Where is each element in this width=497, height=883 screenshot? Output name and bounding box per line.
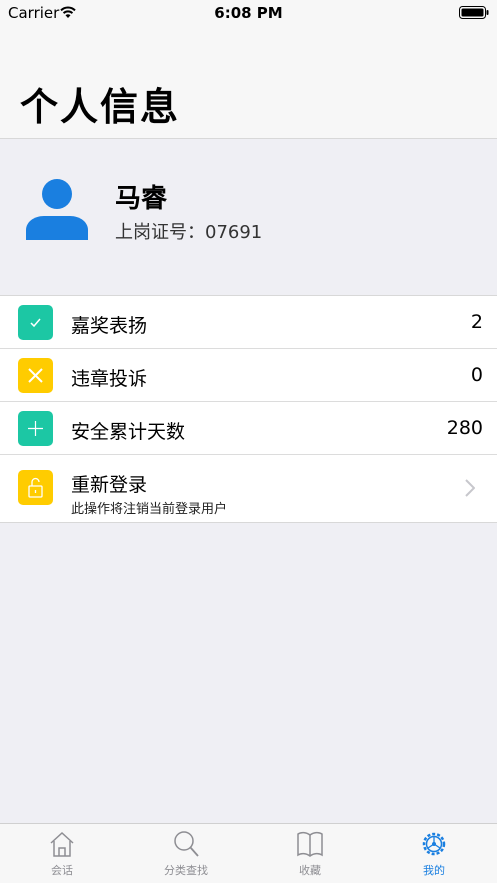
tab-favorites[interactable]: 收藏 (248, 824, 372, 883)
magnifier-icon (174, 831, 199, 857)
tab-label: 会话 (51, 864, 73, 877)
page-title: 个人信息 (20, 85, 181, 129)
tab-label: 收藏 (299, 864, 321, 877)
cross-icon (18, 358, 53, 393)
plus-icon (18, 411, 53, 446)
list-item-label: 安全累计天数 (71, 421, 186, 443)
list-item-complaints[interactable]: 违章投诉 0 (0, 349, 497, 402)
chevron-right-icon (465, 479, 475, 497)
list-item-label: 重新登录 (71, 474, 148, 496)
license-number: 上岗证号：07691 (115, 222, 263, 243)
tab-bar: 会话 分类查找 收藏 我的 (0, 823, 497, 883)
user-name: 马睿 (115, 184, 168, 214)
list-item-relogin[interactable]: 重新登录 此操作将注销当前登录用户 (0, 455, 497, 522)
navigation-bar: 个人信息 (0, 28, 497, 139)
avatar-icon (26, 179, 88, 240)
list-item-safe-days[interactable]: 安全累计天数 280 (0, 402, 497, 455)
tab-category-search[interactable]: 分类查找 (124, 824, 248, 883)
tab-mine[interactable]: 我的 (372, 824, 496, 883)
tab-label: 我的 (423, 864, 445, 877)
battery-icon (459, 6, 489, 19)
profile-section: 马睿 上岗证号：07691 (0, 140, 497, 295)
list-item-label: 违章投诉 (71, 368, 148, 390)
unlock-icon (18, 470, 53, 505)
tab-conversations[interactable]: 会话 (0, 824, 124, 883)
clock: 6:08 PM (214, 4, 283, 22)
house-icon (50, 831, 74, 857)
list-item-subtitle: 此操作将注销当前登录用户 (71, 502, 228, 517)
tab-label: 分类查找 (164, 864, 208, 877)
list-item-value: 2 (470, 311, 483, 333)
list-item-value: 280 (446, 417, 483, 439)
book-icon (297, 831, 323, 857)
list-item-value: 0 (470, 364, 483, 386)
checkmark-icon (18, 305, 53, 340)
status-bar: Carrier 6:08 PM (0, 0, 497, 28)
list-item-commendation[interactable]: 嘉奖表扬 2 (0, 296, 497, 349)
info-list: 嘉奖表扬 2 违章投诉 0 安全累计天数 280 重新登录 此操作将注销当前登录… (0, 295, 497, 523)
gear-icon (422, 832, 446, 856)
list-item-label: 嘉奖表扬 (71, 315, 148, 337)
